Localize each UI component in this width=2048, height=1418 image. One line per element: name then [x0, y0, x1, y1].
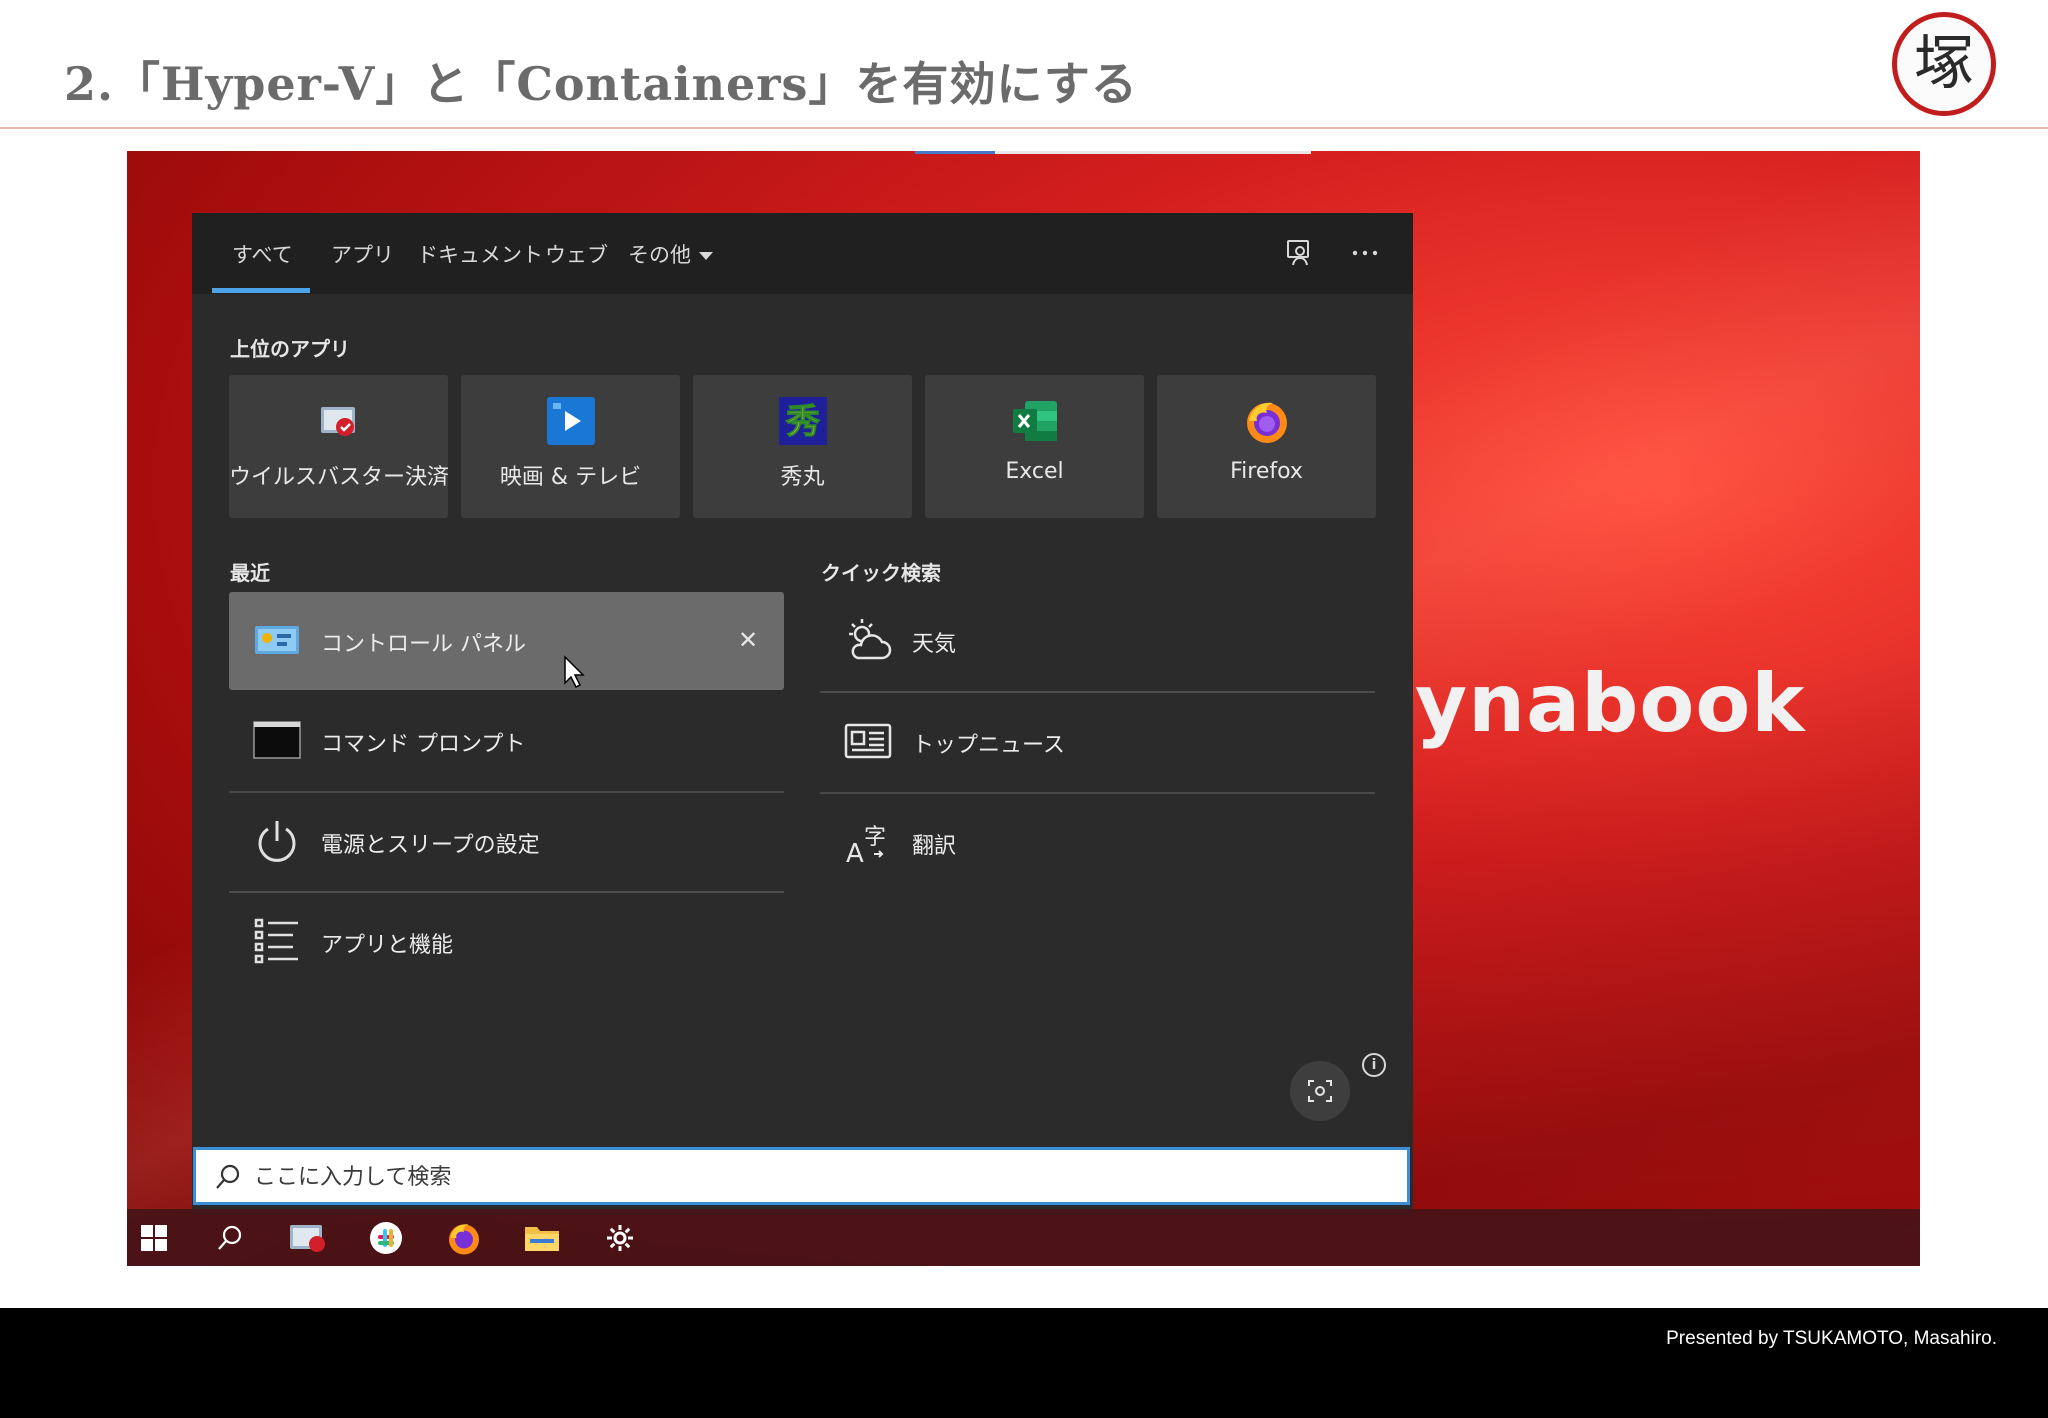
tab-more[interactable]: その他	[628, 239, 713, 269]
app-tile-firefox[interactable]: Firefox	[1157, 375, 1376, 518]
top-apps-heading: 上位のアプリ	[230, 337, 350, 361]
slide-title: 2.「Hyper-V」と「Containers」を有効にする	[64, 57, 1138, 111]
more-options-icon[interactable]	[1347, 235, 1383, 271]
search-icon	[216, 1164, 240, 1189]
svg-text:字: 字	[864, 825, 886, 850]
recent-item-power-sleep[interactable]: 電源とスリープの設定	[229, 793, 784, 889]
chevron-down-icon	[699, 252, 713, 260]
svg-text:A: A	[846, 839, 864, 866]
app-tile-excel[interactable]: Excel	[925, 375, 1144, 518]
weather-icon	[849, 619, 892, 660]
power-icon	[258, 821, 296, 862]
app-tile-label: 秀丸	[780, 465, 825, 490]
presenter-credit: Presented by TSUKAMOTO, Masahiro.	[1666, 1328, 1997, 1349]
tab-all[interactable]: すべて	[232, 239, 293, 269]
recent-item-apps-features[interactable]: アプリと機能	[229, 893, 784, 989]
title-divider	[0, 127, 2048, 129]
quick-search-heading: クイック検索	[821, 561, 941, 585]
firefox-icon	[1246, 402, 1287, 443]
close-icon[interactable]: ✕	[734, 626, 762, 654]
tab-web[interactable]: ウェブ	[545, 239, 608, 269]
lens-icon	[1308, 1080, 1332, 1102]
windows-start-icon[interactable]	[135, 1219, 173, 1257]
recent-item-label: コマンド プロンプト	[321, 732, 526, 757]
translate-icon: A 字	[846, 825, 886, 866]
feedback-icon[interactable]	[1282, 235, 1318, 271]
hidemaru-icon: 秀	[778, 397, 827, 445]
search-input[interactable]	[252, 1158, 1356, 1196]
recent-item-control-panel[interactable]: コントロール パネル ✕	[229, 592, 784, 690]
windows-screenshot: ynabook すべて アプリ ドキュメント ウェブ その他 上位のアプリ ウイ…	[127, 151, 1920, 1266]
mouse-cursor-icon	[564, 655, 585, 689]
recent-heading: 最近	[230, 561, 270, 585]
logo-char: 塚	[1914, 29, 1974, 99]
tsuka-logo: 塚	[1892, 12, 1996, 116]
command-prompt-icon	[253, 721, 301, 759]
apps-features-icon	[254, 918, 298, 964]
app-tile-label: Excel	[1005, 459, 1064, 484]
firefox-icon[interactable]	[445, 1219, 483, 1257]
app-tile-label: Firefox	[1230, 459, 1303, 484]
tab-apps[interactable]: アプリ	[331, 239, 394, 269]
search-panel: すべて アプリ ドキュメント ウェブ その他 上位のアプリ ウイルスバスター決済…	[192, 213, 1413, 1215]
excel-icon	[1012, 401, 1057, 441]
tab-more-label: その他	[628, 243, 691, 267]
recent-item-label: コントロール パネル	[321, 632, 526, 657]
search-tabs-bar: すべて アプリ ドキュメント ウェブ その他	[192, 213, 1413, 294]
file-explorer-icon[interactable]	[523, 1219, 561, 1257]
control-panel-icon	[255, 626, 299, 654]
quick-item-label: 天気	[912, 632, 957, 657]
quick-item-translate[interactable]: A 字 翻訳	[820, 794, 1375, 890]
quick-item-label: 翻訳	[912, 834, 957, 859]
recent-item-label: 電源とスリープの設定	[321, 833, 540, 858]
app-tile-label: ウイルスバスター決済...	[229, 465, 448, 490]
taskbar	[127, 1209, 1920, 1266]
info-icon[interactable]: i	[1362, 1053, 1386, 1077]
app-tile-movies-tv[interactable]: 映画 & テレビ	[461, 375, 680, 518]
quick-item-top-news[interactable]: トップニュース	[820, 693, 1375, 789]
window-edge-grey	[995, 151, 1311, 154]
screenshot-search-button[interactable]	[1290, 1061, 1350, 1121]
virusbuster-icon	[320, 407, 355, 436]
active-tab-indicator	[212, 288, 310, 293]
window-edge-blue	[915, 151, 995, 154]
app-tile-label: 映画 & テレビ	[499, 465, 642, 490]
recent-item-command-prompt[interactable]: コマンド プロンプト	[229, 692, 784, 788]
taskbar-search-box[interactable]	[193, 1147, 1410, 1205]
slack-icon[interactable]	[367, 1219, 405, 1257]
svg-text:秀: 秀	[785, 402, 820, 442]
recent-item-label: アプリと機能	[321, 933, 454, 958]
settings-gear-icon[interactable]	[601, 1219, 639, 1257]
slide-footer: Presented by TSUKAMOTO, Masahiro.	[0, 1308, 2048, 1418]
quick-item-label: トップニュース	[912, 733, 1065, 758]
virusbuster-icon[interactable]	[289, 1219, 327, 1257]
movies-tv-icon	[546, 397, 595, 445]
app-tile-virusbuster[interactable]: ウイルスバスター決済...	[229, 375, 448, 518]
tab-documents[interactable]: ドキュメント	[417, 239, 543, 269]
quick-item-weather[interactable]: 天気	[820, 592, 1375, 688]
taskbar-search-icon[interactable]	[211, 1219, 249, 1257]
desktop-brand-text: ynabook	[1415, 657, 1806, 750]
app-tile-hidemaru[interactable]: 秀 秀丸	[693, 375, 912, 518]
news-icon	[844, 723, 892, 759]
